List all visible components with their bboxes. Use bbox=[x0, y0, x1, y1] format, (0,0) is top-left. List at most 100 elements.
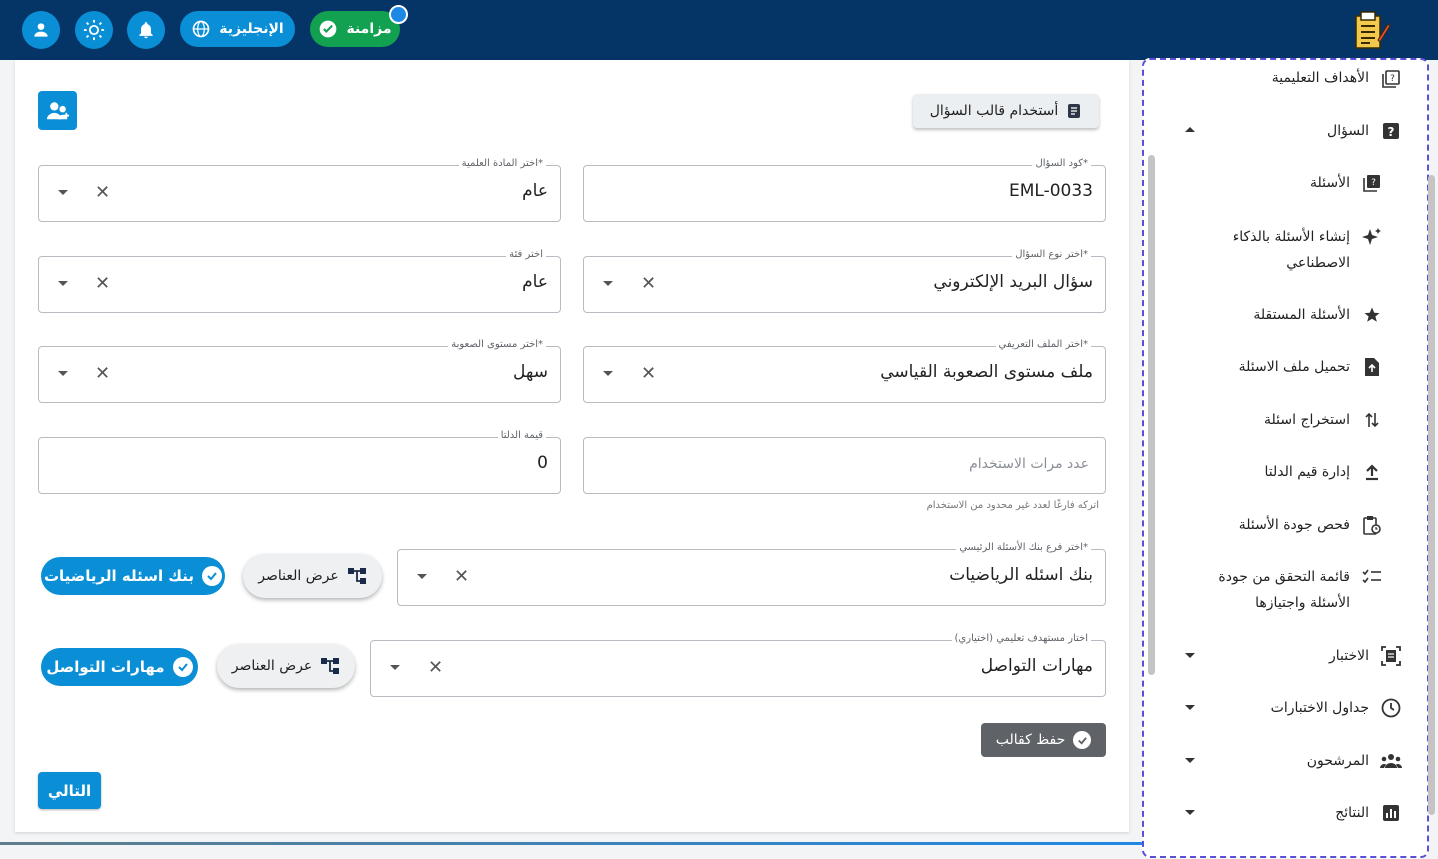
selected-bank-chip[interactable]: بنك اسئله الرياضيات bbox=[41, 557, 225, 595]
upload-icon bbox=[1361, 461, 1383, 483]
clear-icon[interactable]: ✕ bbox=[95, 365, 110, 383]
dropdown-arrow-icon[interactable] bbox=[417, 574, 427, 579]
hierarchy-icon bbox=[347, 568, 366, 584]
bar-chart-icon bbox=[1380, 802, 1402, 824]
dropdown-arrow-icon[interactable] bbox=[58, 281, 68, 286]
dropdown-arrow-icon[interactable] bbox=[603, 281, 613, 286]
theme-toggle-button[interactable] bbox=[75, 11, 113, 49]
next-button[interactable]: التالي bbox=[38, 772, 101, 809]
sidebar-item-label: إنشاء الأسئلة بالذكاء bbox=[1232, 229, 1350, 245]
sidebar-item-label-line2: الاصطناعي bbox=[1286, 255, 1350, 271]
check-circle-icon bbox=[320, 20, 337, 38]
sidebar-item-label: السؤال bbox=[1327, 123, 1369, 139]
difficulty-value: سهل bbox=[513, 362, 548, 382]
chevron-down-icon bbox=[1185, 705, 1195, 710]
usage-count-hint: اتركه فارغًا لعدد غير محدود من الاستخدام bbox=[926, 500, 1099, 511]
question-code-field[interactable]: كود السؤال* EML-0033 bbox=[583, 158, 1106, 222]
sidebar-item-label: المرشحون bbox=[1306, 753, 1369, 769]
language-button[interactable]: الإنجليزية bbox=[180, 11, 295, 47]
save-as-template-label: حفظ كقالب bbox=[995, 732, 1066, 748]
question-code-label: كود السؤال* bbox=[1032, 158, 1091, 169]
user-icon bbox=[34, 23, 48, 37]
category-select[interactable]: اختر فئة عام ✕ bbox=[38, 249, 561, 313]
chevron-down-icon bbox=[1185, 758, 1195, 763]
sidebar-item-label: فحص جودة الأسئلة bbox=[1238, 517, 1350, 533]
show-items-button[interactable]: عرض العناصر bbox=[243, 554, 382, 598]
sidebar-item-label: الاختبار bbox=[1328, 648, 1369, 664]
usage-count-placeholder: عدد مرات الاستخدام bbox=[969, 456, 1089, 472]
question-type-value: سؤال البريد الإلكتروني bbox=[933, 272, 1093, 292]
profile-select[interactable]: اختر الملف التعريفي* ملف مستوى الصعوبة ا… bbox=[583, 339, 1106, 403]
usage-count-input[interactable]: عدد مرات الاستخدام bbox=[583, 437, 1106, 494]
exam-logo-icon bbox=[1355, 11, 1390, 49]
exam-frame-icon bbox=[1380, 645, 1402, 667]
learning-target-value: مهارات التواصل bbox=[980, 656, 1093, 676]
difficulty-select[interactable]: اختر مستوى الصعوبة* سهل ✕ bbox=[38, 339, 561, 403]
show-items-label: عرض العناصر bbox=[231, 658, 313, 674]
clock-icon bbox=[1380, 697, 1402, 719]
sync-label: مزامنة bbox=[346, 21, 392, 37]
sidebar-item-label: إدارة قيم الدلتا bbox=[1264, 464, 1350, 480]
user-button[interactable] bbox=[22, 11, 60, 49]
sidebar-item-label: جداول الاختبارات bbox=[1270, 700, 1369, 716]
sidebar-item-label: تحميل ملف الاسئلة bbox=[1238, 359, 1350, 375]
clear-icon[interactable]: ✕ bbox=[95, 184, 110, 202]
clear-icon[interactable]: ✕ bbox=[454, 568, 469, 586]
delta-label: قيمة الدلتا bbox=[497, 430, 546, 441]
book-question-icon: ? bbox=[1361, 172, 1383, 194]
chevron-up-icon bbox=[1185, 127, 1195, 132]
selected-bank-label: بنك اسئله الرياضيات bbox=[43, 567, 195, 585]
dropdown-arrow-icon[interactable] bbox=[390, 665, 400, 670]
sidebar-item-label: استخراج اسئلة bbox=[1264, 412, 1350, 428]
category-label: اختر فئة bbox=[506, 249, 546, 260]
top-app-bar: الإنجليزية مزامنة bbox=[0, 0, 1438, 60]
sidebar-item-label-line2: الأسئلة واجتيازها bbox=[1255, 595, 1350, 611]
document-icon bbox=[1068, 104, 1081, 118]
sidebar-scrollbar[interactable] bbox=[1148, 155, 1155, 675]
sidebar-item-label: النتائج bbox=[1335, 805, 1369, 821]
subject-label: اختر المادة العلمية* bbox=[458, 158, 546, 169]
chevron-down-icon bbox=[1185, 810, 1195, 815]
dropdown-arrow-icon[interactable] bbox=[603, 371, 613, 376]
clear-icon[interactable]: ✕ bbox=[428, 659, 443, 677]
bank-branch-select[interactable]: اختر فرع بنك الأسئلة الرئيسي* بنك اسئله … bbox=[397, 542, 1106, 606]
question-code-value: EML-0033 bbox=[1009, 181, 1093, 201]
sidebar-item-label: الأسئلة المستقلة bbox=[1253, 307, 1350, 323]
page-scrollbar[interactable] bbox=[1428, 175, 1435, 815]
bell-icon bbox=[139, 22, 153, 39]
check-circle-icon bbox=[202, 566, 223, 586]
sparkle-icon bbox=[1361, 226, 1383, 248]
svg-text:?: ? bbox=[1371, 178, 1376, 188]
show-items-button[interactable]: عرض العناصر bbox=[217, 644, 355, 688]
use-question-template-button[interactable]: أستخدام قالب السؤال bbox=[913, 94, 1099, 128]
dropdown-arrow-icon[interactable] bbox=[58, 371, 68, 376]
sync-button[interactable]: مزامنة bbox=[310, 11, 400, 47]
next-label: التالي bbox=[47, 781, 92, 800]
book-question-icon: ? bbox=[1380, 68, 1402, 90]
sync-status-dot bbox=[389, 5, 408, 24]
delta-value: 0 bbox=[537, 453, 548, 473]
question-type-label: اختر نوع السؤال* bbox=[1012, 249, 1091, 260]
clear-icon[interactable]: ✕ bbox=[95, 275, 110, 293]
notifications-button[interactable] bbox=[127, 11, 165, 49]
clear-icon[interactable]: ✕ bbox=[641, 365, 656, 383]
delta-input[interactable]: قيمة الدلتا 0 bbox=[38, 430, 561, 494]
dropdown-arrow-icon[interactable] bbox=[58, 190, 68, 195]
save-as-template-button[interactable]: حفظ كقالب bbox=[981, 723, 1106, 757]
subject-select[interactable]: اختر المادة العلمية* عام ✕ bbox=[38, 158, 561, 222]
bank-branch-value: بنك اسئله الرياضيات bbox=[949, 565, 1093, 585]
profile-label: اختر الملف التعريفي* bbox=[995, 339, 1091, 350]
subject-value: عام bbox=[522, 181, 548, 201]
add-user-icon bbox=[46, 101, 69, 119]
sidebar-item-label: قائمة التحقق من جودة bbox=[1218, 569, 1350, 585]
question-type-select[interactable]: اختر نوع السؤال* سؤال البريد الإلكتروني … bbox=[583, 249, 1106, 313]
svg-text:?: ? bbox=[1390, 74, 1395, 84]
category-value: عام bbox=[522, 272, 548, 292]
clipboard-clock-icon bbox=[1361, 514, 1383, 536]
svg-text:?: ? bbox=[1388, 125, 1395, 139]
selected-learning-target-chip[interactable]: مهارات التواصل bbox=[41, 648, 198, 686]
add-user-button[interactable] bbox=[38, 91, 77, 130]
clear-icon[interactable]: ✕ bbox=[641, 275, 656, 293]
globe-icon bbox=[192, 20, 210, 38]
learning-target-select[interactable]: اختار مستهدف تعليمي (اختياري) مهارات الت… bbox=[370, 633, 1106, 697]
